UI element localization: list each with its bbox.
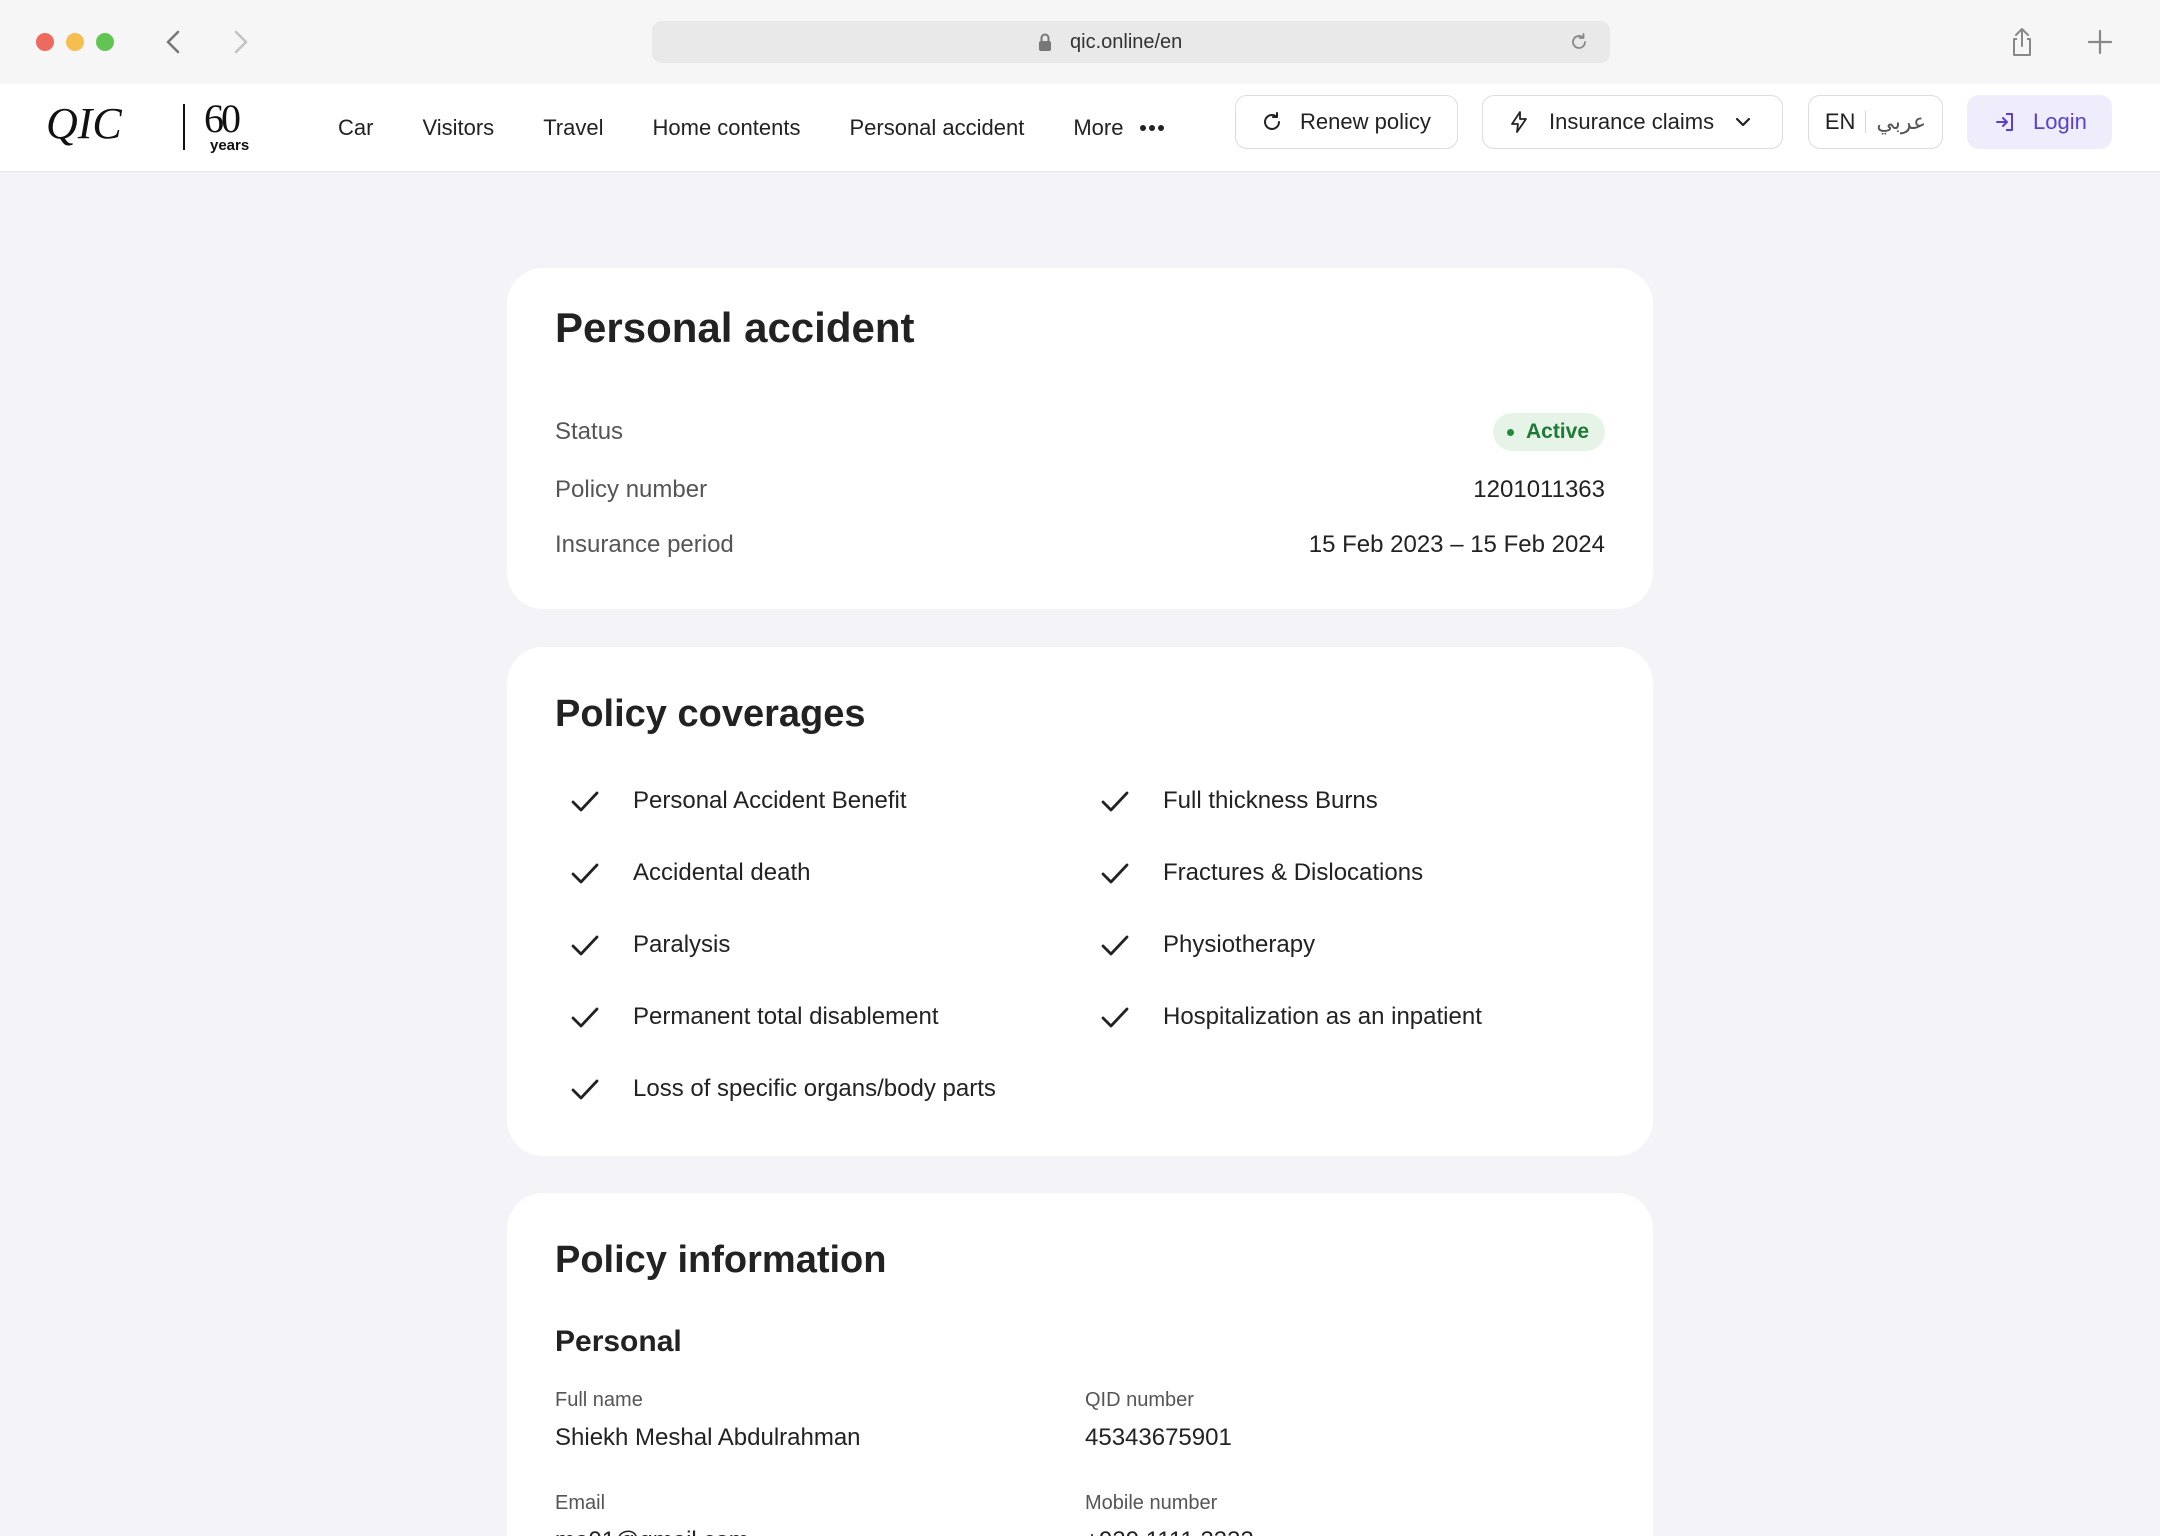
refresh-icon: [1264, 112, 1280, 130]
checkmark-icon: [571, 935, 599, 956]
language-switcher[interactable]: EN عربي: [1808, 95, 1943, 149]
minimize-window-button[interactable]: [66, 33, 84, 51]
insurance-claims-label: Insurance claims: [1549, 109, 1715, 134]
lang-ar[interactable]: عربي: [1876, 109, 1926, 135]
browser-toolbar: qic.online/en: [0, 0, 2160, 84]
nav-car[interactable]: Car: [338, 115, 373, 141]
nav-more[interactable]: More: [1073, 115, 1165, 141]
checkmark-icon: [1101, 935, 1129, 956]
qid-label: QID number: [1085, 1389, 1194, 1411]
insurance-period-value: 15 Feb 2023 – 15 Feb 2024: [1308, 531, 1605, 558]
lock-icon: [1034, 31, 1056, 53]
mobile-label: Mobile number: [1085, 1492, 1218, 1514]
qic-60-years-logo[interactable]: QIC 60 years: [46, 94, 266, 156]
url-text: qic.online/en: [1070, 31, 1183, 53]
checkmark-icon: [1101, 863, 1129, 884]
nav-travel[interactable]: Travel: [543, 115, 603, 141]
coverage-item: Fractures & Dislocations: [1099, 853, 1423, 893]
coverage-item: Paralysis: [569, 925, 730, 965]
svg-text:60: 60: [204, 96, 240, 141]
checkmark-icon: [571, 1079, 599, 1100]
coverage-label: Physiotherapy: [1163, 931, 1316, 958]
checkmark-icon: [1101, 791, 1129, 812]
checkmark-icon: [571, 1007, 599, 1028]
coverage-item: Accidental death: [569, 853, 810, 893]
email-value: me01@gmail.com: [555, 1527, 749, 1536]
policy-coverages-card: Policy coverages Personal Accident Benef…: [507, 647, 1653, 1156]
checkmark-icon: [571, 863, 599, 884]
insurance-period-label: Insurance period: [555, 531, 734, 558]
policy-information-title: Policy information: [555, 1239, 887, 1281]
mobile-value: +939 1111 3333: [1085, 1527, 1254, 1536]
status-dot-icon: [1506, 428, 1514, 436]
checkmark-icon: [571, 791, 599, 812]
lang-en[interactable]: EN: [1825, 109, 1856, 135]
coverage-label: Permanent total disablement: [633, 1003, 939, 1030]
coverage-label: Full thickness Burns: [1163, 787, 1378, 814]
coverage-item: Hospitalization as an inpatient: [1099, 997, 1482, 1037]
coverage-item: Personal Accident Benefit: [569, 781, 907, 821]
checkmark-icon: [1101, 1007, 1129, 1028]
back-arrow-icon[interactable]: [154, 22, 194, 62]
site-header: QIC 60 years Car Visitors Travel Home co…: [0, 84, 2160, 172]
share-icon[interactable]: [2004, 24, 2040, 60]
more-dots-icon: [1140, 125, 1165, 131]
policy-summary-card: Personal accident Status Active Policy n…: [507, 268, 1653, 609]
lightning-icon: [1511, 111, 1527, 133]
renew-policy-label: Renew policy: [1300, 109, 1431, 134]
full-name-field: Full name Shiekh Meshal Abdulrahman: [555, 1389, 861, 1452]
status-label: Status: [555, 418, 624, 445]
email-field: Email me01@gmail.com: [555, 1492, 749, 1536]
nav-home-contents[interactable]: Home contents: [653, 115, 801, 141]
reload-icon[interactable]: [1568, 31, 1590, 53]
coverage-label: Hospitalization as an inpatient: [1163, 1003, 1482, 1030]
svg-text:QIC: QIC: [46, 99, 122, 148]
policy-number-label: Policy number: [555, 476, 708, 503]
coverage-item: Full thickness Burns: [1099, 781, 1378, 821]
nav-personal-accident[interactable]: Personal accident: [849, 115, 1024, 141]
maximize-window-button[interactable]: [96, 33, 114, 51]
personal-section-title: Personal: [555, 1325, 682, 1358]
policy-number-row: Policy number 1201011363: [555, 470, 1605, 510]
qid-field: QID number 45343675901: [1085, 1389, 1232, 1452]
login-icon: [1996, 113, 2013, 131]
lang-divider: [1865, 111, 1867, 133]
forward-arrow-icon[interactable]: [220, 22, 260, 62]
coverage-label: Fractures & Dislocations: [1163, 859, 1424, 886]
nav-visitors[interactable]: Visitors: [422, 115, 494, 141]
close-window-button[interactable]: [36, 33, 54, 51]
full-name-label: Full name: [555, 1389, 643, 1411]
page-title: Personal accident: [555, 304, 915, 351]
status-row: Status Active: [555, 412, 1605, 452]
insurance-period-row: Insurance period 15 Feb 2023 – 15 Feb 20…: [555, 525, 1605, 565]
coverage-item: Loss of specific organs/body parts: [569, 1069, 996, 1109]
insurance-claims-dropdown[interactable]: Insurance claims: [1482, 95, 1783, 149]
policy-number-value: 1201011363: [1473, 476, 1605, 503]
full-name-value: Shiekh Meshal Abdulrahman: [555, 1424, 861, 1451]
coverages-title: Policy coverages: [555, 693, 866, 735]
address-bar[interactable]: qic.online/en: [652, 21, 1610, 63]
email-label: Email: [555, 1492, 606, 1514]
coverage-label: Paralysis: [633, 931, 731, 958]
coverage-item: Physiotherapy: [1099, 925, 1315, 965]
status-value: Active: [1525, 420, 1589, 443]
new-tab-icon[interactable]: [2082, 24, 2118, 60]
chevron-down-icon: [1735, 117, 1751, 127]
login-label: Login: [2033, 109, 2087, 134]
login-button[interactable]: Login: [1967, 95, 2112, 149]
nav-more-label: More: [1073, 115, 1124, 140]
main-nav: Car Visitors Travel Home contents Person…: [338, 84, 1165, 172]
svg-text:years: years: [210, 137, 249, 154]
coverage-item: Permanent total disablement: [569, 997, 939, 1037]
renew-policy-button[interactable]: Renew policy: [1235, 95, 1458, 149]
policy-information-card: Policy information Personal Full name Sh…: [507, 1193, 1653, 1536]
coverage-label: Loss of specific organs/body parts: [633, 1075, 996, 1102]
status-badge: Active: [1492, 413, 1605, 451]
mobile-field: Mobile number +939 1111 3333: [1085, 1492, 1254, 1536]
coverage-label: Accidental death: [633, 859, 811, 886]
qid-value: 45343675901: [1085, 1424, 1232, 1451]
coverage-label: Personal Accident Benefit: [633, 787, 907, 814]
